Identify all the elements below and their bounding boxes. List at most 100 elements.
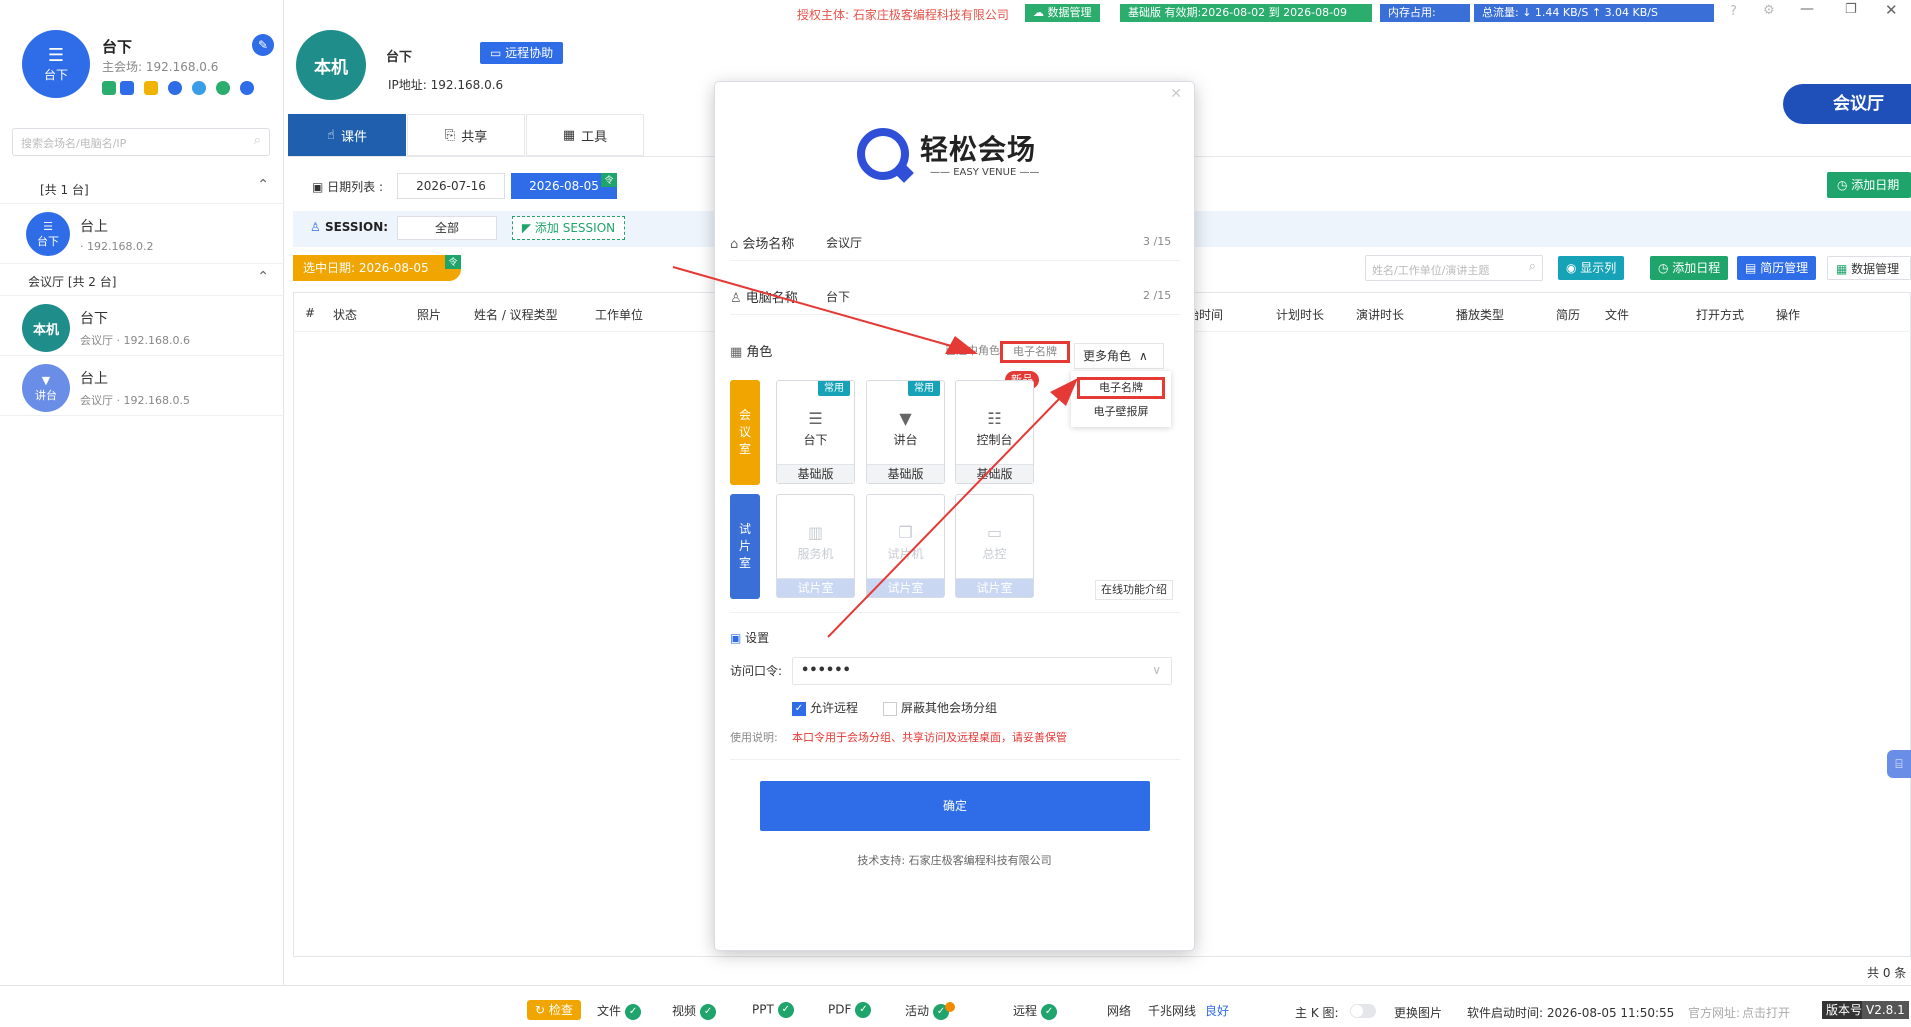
edit-icon[interactable]: ✎ xyxy=(252,34,274,56)
tab-courseware[interactable]: ☝ 课件 xyxy=(288,114,406,156)
list-item[interactable]: 本机 台下 会议厅 · 192.168.0.6 xyxy=(0,296,283,356)
add-date-button[interactable]: ◷ 添加日期 xyxy=(1827,172,1911,198)
cloud-icon: ☁ xyxy=(1033,6,1048,19)
change-image-button[interactable]: 更换图片 xyxy=(1394,1004,1442,1021)
search-icon[interactable]: ⌕ xyxy=(1529,259,1536,274)
podium-icon: ▼ xyxy=(899,409,912,428)
checkbox-checked-icon: ✓ xyxy=(792,701,806,716)
chevron-up-icon[interactable]: ⌃ xyxy=(257,177,269,193)
hall-button[interactable]: 会议厅 xyxy=(1783,84,1911,124)
chrome-icon xyxy=(168,81,182,95)
divider xyxy=(730,759,1180,760)
checkbox-empty-icon xyxy=(883,701,897,716)
host-name: 台下 xyxy=(386,50,413,65)
check-button[interactable]: ↻ 检查 xyxy=(527,1000,581,1020)
license-text: 授权主体: 石家庄极客编程科技有限公司 xyxy=(797,8,1009,22)
group-header-2[interactable]: 会议厅 [共 2 台] ⌃ xyxy=(0,264,283,296)
add-session-button[interactable]: ◤ 添加 SESSION xyxy=(512,216,625,240)
pc-name-count: 2 /15 xyxy=(1143,289,1172,302)
usage-text: 本口令用于会场分组、共享访问及远程桌面，请妥善保管 xyxy=(792,731,1067,744)
online-intro-button[interactable]: 在线功能介绍 xyxy=(1095,580,1173,600)
venue-name-input[interactable]: 会议厅 xyxy=(826,234,862,251)
list-item[interactable]: ☰ 台下 台上 · 192.168.0.2 xyxy=(0,204,283,264)
sidebar-search[interactable]: 搜索会场名/电脑名/IP ⌕ xyxy=(12,128,270,156)
host-avatar: 本机 xyxy=(296,30,366,100)
list-icon: ☰ xyxy=(43,219,53,233)
check-circle-icon: ✓ xyxy=(777,1002,794,1018)
block-groups-checkbox[interactable]: 屏蔽其他会场分组 xyxy=(883,699,997,716)
sidebar-search-placeholder: 搜索会场名/电脑名/IP xyxy=(21,137,127,150)
close-window-icon[interactable]: ✕ xyxy=(1885,1,1898,19)
role-card-console[interactable]: ☷ 控制台 基础版 xyxy=(955,380,1034,484)
divider xyxy=(730,612,1180,613)
restore-icon[interactable]: ❐ xyxy=(1845,2,1857,17)
menu-item-e-poster[interactable]: 电子壁报屏 xyxy=(1071,403,1171,419)
refresh-icon: ↻ xyxy=(535,1003,549,1017)
data-manage-pill[interactable]: ☁ 数据管理 xyxy=(1025,4,1100,22)
kmap-toggle[interactable] xyxy=(1350,1004,1376,1018)
menu-item-e-nameplate[interactable]: 电子名牌 xyxy=(1077,377,1165,399)
monitor-icon: ▭ xyxy=(490,46,506,60)
version-number: V2.8.1 xyxy=(1862,1001,1909,1019)
pc-name-input[interactable]: 台下 xyxy=(826,288,850,305)
self-ip: 主会场: 192.168.0.6 xyxy=(102,60,219,74)
settings-gear-icon[interactable]: ⚙ xyxy=(1763,3,1775,18)
selected-role-value: 电子名牌 xyxy=(1000,341,1070,363)
date-list-label: ▣ 日期列表 : xyxy=(312,180,384,194)
password-input[interactable]: •••••• ∨ xyxy=(792,657,1172,685)
website-label: 官方网址: xyxy=(1688,1006,1741,1020)
wechat-icon xyxy=(216,81,230,95)
allow-remote-checkbox[interactable]: ✓ 允许远程 xyxy=(792,699,858,716)
user-icon: ♙ xyxy=(730,291,746,306)
search-icon[interactable]: ⌕ xyxy=(254,133,261,148)
tab-share[interactable]: ⎘ 共享 xyxy=(407,114,525,156)
net-status: 良好 xyxy=(1205,1004,1230,1018)
version-label: 版本号 xyxy=(1822,1001,1867,1019)
float-panel-icon[interactable]: ⌸ xyxy=(1887,750,1911,778)
support-text: 技术支持: 石家庄极客编程科技有限公司 xyxy=(857,854,1052,867)
speaker-icon xyxy=(102,81,116,95)
brand-name: 轻松会场 xyxy=(920,133,1037,166)
add-schedule-button[interactable]: ◷ 添加日程 xyxy=(1650,256,1729,280)
help-icon[interactable]: ? xyxy=(1730,4,1737,19)
status-activity: 活动 ✓ xyxy=(905,1002,956,1020)
today-badge-icon: 令 xyxy=(601,173,617,187)
check-circle-icon: ✓ xyxy=(855,1002,872,1018)
open-website-link[interactable]: 点击打开 xyxy=(1742,1004,1790,1021)
device-avatar: 本机 xyxy=(22,304,70,352)
status-remote: 远程 ✓ xyxy=(1013,1002,1058,1020)
tab-tools[interactable]: ▦ 工具 xyxy=(526,114,644,156)
schedule-search[interactable]: 姓名/工作单位/演讲主题 ⌕ xyxy=(1365,255,1543,281)
more-roles-dropdown[interactable]: 更多角色 ∧ xyxy=(1074,343,1164,369)
group-header-1[interactable]: [共 1 台] ⌃ xyxy=(0,172,283,204)
show-columns-button[interactable]: ◉ 显示列 xyxy=(1558,256,1625,280)
role-card-podium[interactable]: 常用 ▼ 讲台 基础版 xyxy=(866,380,945,484)
group-preview-room: 试片室 xyxy=(730,494,760,599)
data-manage-button[interactable]: ▦ 数据管理 xyxy=(1827,256,1911,280)
session-all-chip[interactable]: 全部 xyxy=(397,216,497,240)
role-dropdown-menu: 电子名牌 电子壁报屏 xyxy=(1071,371,1171,427)
self-avatar: ☰ 台下 xyxy=(22,30,90,98)
remote-assist-button[interactable]: ▭ 远程协助 xyxy=(480,42,564,64)
date-chip-1[interactable]: 2026-07-16 xyxy=(397,173,505,199)
role-card-master: ▭ 总控 试片室 xyxy=(955,494,1034,598)
globe-icon xyxy=(192,81,206,95)
check-circle-icon: ✓ xyxy=(1041,1003,1058,1020)
password-label: 访问口令: xyxy=(730,664,783,678)
dialog-close-icon[interactable]: ✕ xyxy=(1170,86,1182,102)
status-video: 视频 ✓ xyxy=(672,1002,717,1020)
resume-manage-button[interactable]: ▤ 简历管理 xyxy=(1737,256,1817,280)
chevron-up-icon[interactable]: ⌃ xyxy=(257,269,269,285)
chevron-down-icon[interactable]: ∨ xyxy=(1152,663,1161,677)
traffic-pill: 总流量: ↓ 1.44 KB/S ↑ 3.04 KB/S xyxy=(1474,4,1714,22)
confirm-button[interactable]: 确定 xyxy=(760,781,1150,831)
server-icon: ▥ xyxy=(807,523,824,542)
list-item[interactable]: ▼ 讲台 台上 会议厅 · 192.168.0.5 xyxy=(0,356,283,416)
podium-icon: ▼ xyxy=(41,373,51,387)
status-file: 文件 ✓ xyxy=(597,1002,642,1020)
share-icon: ⎘ xyxy=(444,127,456,143)
check-circle-icon: ✓ xyxy=(700,1003,717,1020)
role-card-audience[interactable]: 常用 ☰ 台下 基础版 xyxy=(776,380,855,484)
minimize-icon[interactable]: — xyxy=(1800,1,1814,17)
grid-icon: ▦ xyxy=(562,127,576,143)
